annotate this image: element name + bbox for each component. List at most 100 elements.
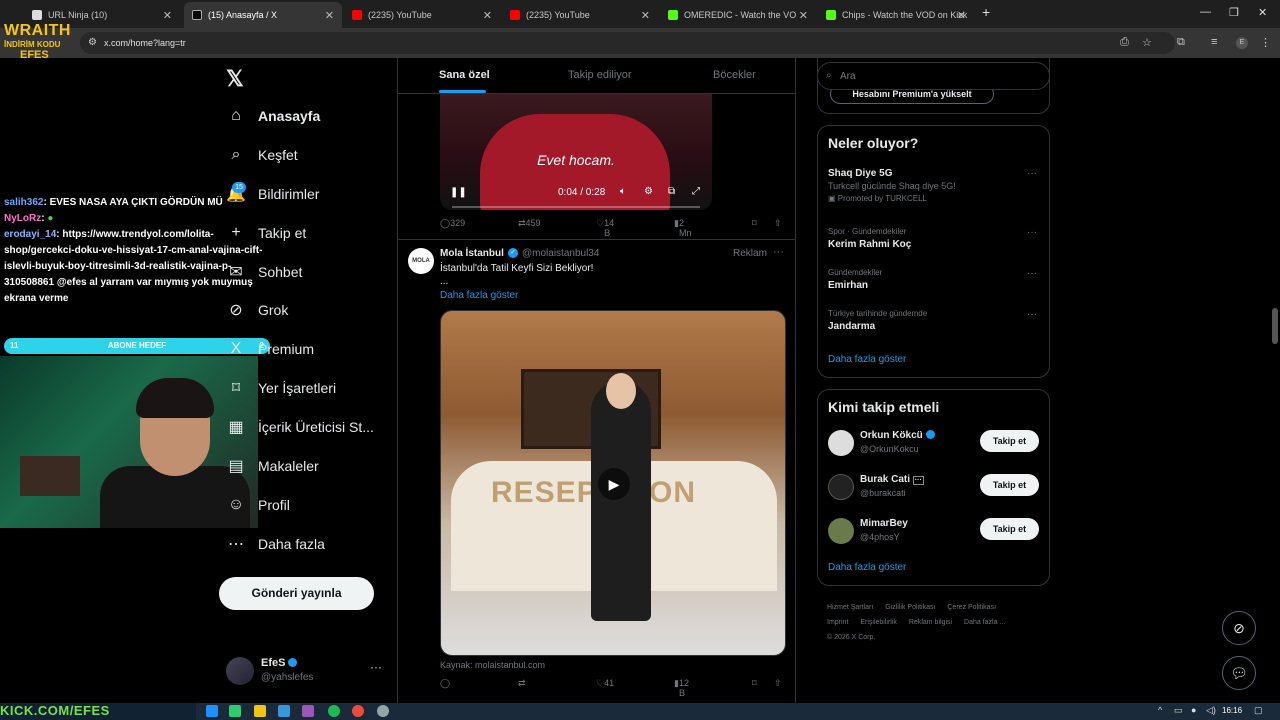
repost-button[interactable]: ⇄ <box>518 678 526 689</box>
views-button[interactable]: ▮ 12 B <box>674 678 689 698</box>
tweet-video[interactable]: RESEPSİYON ▶ <box>440 310 786 656</box>
folder-icon[interactable] <box>254 705 266 717</box>
trend-item[interactable]: Spor · Gündemdekiler Kerim Rahmi Koç ··· <box>828 227 1043 250</box>
messages-icon[interactable]: 💬︎ <box>1222 656 1256 690</box>
avatar[interactable] <box>828 474 854 500</box>
x-logo-icon[interactable]: 𝕏 <box>226 66 244 92</box>
follow-button[interactable]: Takip et <box>980 430 1039 452</box>
pause-icon[interactable]: ❚❚ <box>450 187 467 198</box>
scrollbar[interactable] <box>1270 58 1280 703</box>
show-more-link[interactable]: Daha fazla göster <box>440 290 518 301</box>
tweet-source[interactable]: Kaynak: molaistanbul.com <box>440 660 545 670</box>
network-icon[interactable]: ▭ <box>1174 705 1183 716</box>
more-icon[interactable]: ··· <box>1027 227 1037 238</box>
footer-link[interactable]: Çerez Politikası <box>947 604 996 611</box>
follow-suggestion[interactable]: MimarBey @4phosY Takip et <box>828 516 1043 548</box>
nav-item[interactable]: ▦ İçerik Üreticisi St... <box>226 414 373 440</box>
footer-link[interactable]: Hizmet Şartları <box>827 604 873 611</box>
app-icon[interactable] <box>229 705 241 717</box>
close-tab-icon[interactable]: ✕ <box>799 9 808 22</box>
footer-link[interactable]: Gizlilik Politikası <box>885 604 935 611</box>
search-input[interactable]: ⌕ Ara <box>817 62 1050 90</box>
close-tab-icon[interactable]: ✕ <box>325 9 334 22</box>
browser-tab[interactable]: (2235) YouTube ✕ <box>502 4 658 26</box>
app-icon[interactable] <box>377 705 389 717</box>
reply-button[interactable]: ◯ 329 <box>440 218 465 229</box>
bookmark-star-icon[interactable]: ☆ <box>1142 36 1152 49</box>
more-icon[interactable]: ··· <box>1027 268 1037 279</box>
more-icon[interactable]: ··· <box>370 660 382 674</box>
post-button[interactable]: Gönderi yayınla <box>219 577 374 610</box>
more-icon[interactable]: ··· <box>1027 168 1037 179</box>
nav-item[interactable]: ⋯ Daha fazla <box>226 531 325 557</box>
fullscreen-icon[interactable]: ⤢ <box>692 186 700 197</box>
avatar[interactable]: MOLA <box>408 248 434 274</box>
nav-item[interactable]: ☺ Profil <box>226 492 290 518</box>
nav-item[interactable]: ▤ Makaleler <box>226 453 318 479</box>
close-tab-icon[interactable]: ✕ <box>641 9 650 22</box>
nav-item[interactable]: ⌂ Anasayfa <box>226 103 320 129</box>
tweet-author-handle[interactable]: @molaistanbul34 <box>522 248 599 259</box>
follow-button[interactable]: Takip et <box>980 518 1039 540</box>
footer-link[interactable]: Daha fazla ... <box>964 619 1005 626</box>
close-tab-icon[interactable]: ✕ <box>957 9 966 22</box>
settings-icon[interactable]: ⚙ <box>644 186 653 197</box>
chrome-icon[interactable] <box>352 705 364 717</box>
avatar[interactable] <box>828 518 854 544</box>
new-tab-button[interactable]: + <box>982 4 990 20</box>
bookmark-icon[interactable]: ⌑ <box>752 218 757 229</box>
play-icon[interactable]: ▶ <box>598 468 630 500</box>
app-icon[interactable] <box>302 705 314 717</box>
video-progress-bar[interactable] <box>452 206 700 208</box>
nav-item[interactable]: ⌑ Yer İşaretleri <box>226 375 336 401</box>
nav-item[interactable]: ⌕ Keşfet <box>226 142 298 168</box>
follow-show-more-link[interactable]: Daha fazla göster <box>828 562 906 573</box>
browser-tab-active[interactable]: (15) Anasayfa / X ✕ <box>184 2 342 28</box>
tab-for-you[interactable]: Sana özel <box>439 69 490 81</box>
menu-kebab-icon[interactable]: ⋮ <box>1260 36 1271 49</box>
more-icon[interactable]: ··· <box>1027 309 1037 320</box>
volume-icon[interactable]: ◁) <box>1206 705 1216 716</box>
address-bar[interactable]: ⚙ x.com/home?lang=tr <box>80 32 1175 54</box>
repost-button[interactable]: ⇄ 459 <box>518 218 541 229</box>
close-tab-icon[interactable]: ✕ <box>163 9 172 22</box>
nav-item[interactable]: + Takip et <box>226 220 306 246</box>
grok-icon[interactable]: ⊘ <box>1222 611 1256 645</box>
trend-item[interactable]: Shaq Diye 5G Turkcell gücünde Shaq diye … <box>828 168 1043 203</box>
avatar[interactable] <box>828 430 854 456</box>
extensions-icon[interactable]: ⧉ <box>1177 36 1185 49</box>
spotify-icon[interactable] <box>328 705 340 717</box>
more-icon[interactable]: ··· <box>773 246 784 258</box>
browser-tab[interactable]: (2235) YouTube ✕ <box>344 4 500 26</box>
footer-link[interactable]: Reklam bilgisi <box>909 619 952 626</box>
taskbar-clock[interactable]: 16:16 <box>1222 706 1242 715</box>
like-button[interactable]: ♡ 41 <box>596 678 614 689</box>
mail-icon[interactable] <box>278 705 290 717</box>
trend-item[interactable]: Türkiye tarihinde gündemde Jandarma ··· <box>828 309 1043 332</box>
start-icon[interactable] <box>206 705 218 717</box>
footer-link[interactable]: Erişilebilirlik <box>860 619 897 626</box>
site-info-icon[interactable]: ⚙ <box>88 37 97 48</box>
close-window-icon[interactable]: ✕ <box>1258 6 1267 19</box>
minimize-icon[interactable]: — <box>1200 6 1211 18</box>
tray-chevron-icon[interactable]: ^ <box>1158 705 1162 715</box>
follow-suggestion[interactable]: Burak Cati ··· @burakcati Takip et <box>828 472 1043 504</box>
trends-show-more-link[interactable]: Daha fazla göster <box>828 354 906 365</box>
scrollbar-thumb[interactable] <box>1272 308 1278 344</box>
like-button[interactable]: ♡ 14 B <box>596 218 614 238</box>
share-icon[interactable]: ⇧ <box>774 218 782 229</box>
reading-list-icon[interactable]: ≡ <box>1211 36 1217 48</box>
tab-bugs[interactable]: Böcekler <box>713 69 756 81</box>
account-switcher[interactable]: EfeS @yahslefes ··· <box>226 656 386 686</box>
install-app-icon[interactable]: ⎙ <box>1120 36 1129 49</box>
footer-link[interactable]: Imprint <box>827 619 848 626</box>
share-icon[interactable]: ⇧ <box>774 678 782 689</box>
nav-item[interactable]: ⊘ Grok <box>226 297 288 323</box>
views-button[interactable]: ▮ 2 Mn <box>674 218 691 238</box>
reply-button[interactable]: ◯ <box>440 678 450 689</box>
profile-avatar-icon[interactable]: E <box>1236 37 1248 49</box>
nav-item[interactable]: ✉ Sohbet <box>226 259 302 285</box>
follow-button[interactable]: Takip et <box>980 474 1039 496</box>
browser-tab[interactable]: OMEREDIC - Watch the VOD on Kick ✕ <box>660 4 816 26</box>
tab-following[interactable]: Takip ediliyor <box>568 69 632 81</box>
